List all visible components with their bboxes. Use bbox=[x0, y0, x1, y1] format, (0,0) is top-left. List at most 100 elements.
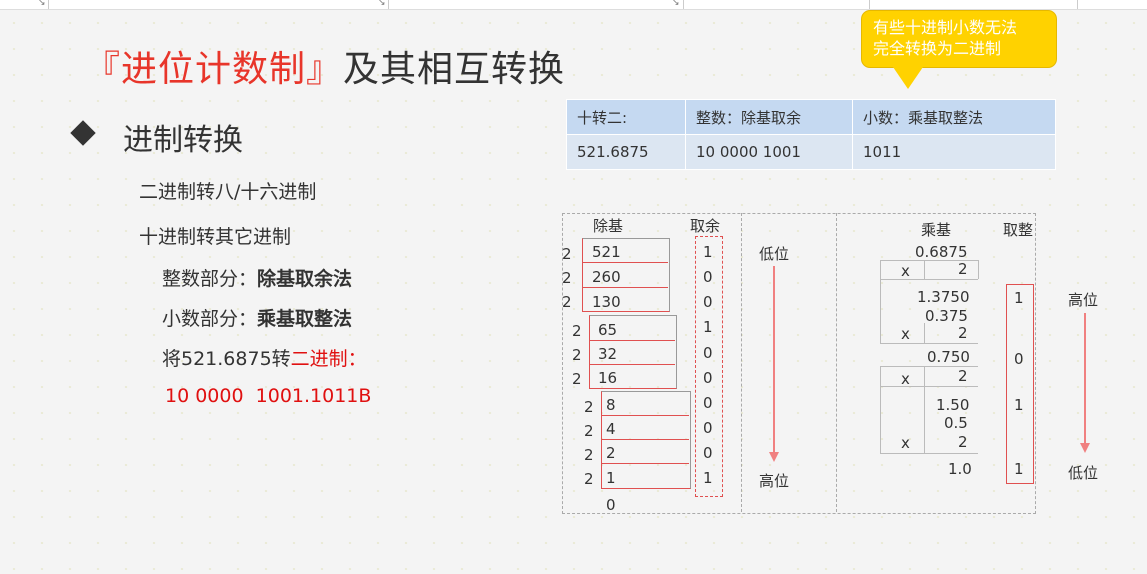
division-quotient: 32 bbox=[598, 345, 618, 363]
mult-line bbox=[924, 323, 925, 343]
callout-tail bbox=[893, 67, 923, 89]
down-arrow-icon bbox=[769, 266, 779, 462]
division-line bbox=[589, 364, 675, 365]
example-result: 10 0000 1001.1011B bbox=[165, 385, 372, 407]
mult-result: 1.3750 bbox=[917, 288, 970, 306]
division-remainder: 0 bbox=[703, 419, 713, 437]
example-target: 二进制： bbox=[290, 348, 367, 370]
callout-line: 有些十进制小数无法 bbox=[873, 18, 1018, 37]
division-base-header: 除基 bbox=[593, 217, 624, 235]
indent-marker-icon[interactable]: ↘ bbox=[38, 0, 46, 8]
division-remainder-header: 取余 bbox=[690, 217, 721, 235]
division-line bbox=[601, 439, 689, 440]
mult-integer: 1 bbox=[1014, 289, 1024, 307]
division-final-quotient: 0 bbox=[606, 496, 616, 514]
mult-line bbox=[880, 386, 978, 387]
table-cell: 1011 bbox=[852, 134, 1056, 170]
division-base: 2 bbox=[584, 470, 594, 488]
table-header-row: 十转二: 整数：除基取余 小数：乘基取整法 bbox=[566, 99, 1056, 135]
division-quotient: 1 bbox=[606, 469, 616, 487]
division-remainder: 0 bbox=[703, 268, 713, 286]
ruler-segment bbox=[48, 0, 389, 9]
division-quotient: 260 bbox=[592, 268, 621, 286]
frac-part-method: 乘基取整法 bbox=[257, 308, 353, 330]
item-dec-to-other: 十进制转其它进制 bbox=[139, 226, 292, 248]
division-arrow-start-label: 低位 bbox=[759, 245, 790, 263]
division-arrow-end-label: 高位 bbox=[759, 472, 790, 490]
division-base: 2 bbox=[562, 269, 572, 287]
mult-line bbox=[924, 260, 925, 279]
division-remainder: 1 bbox=[703, 318, 713, 336]
indent-marker-icon[interactable]: ↘ bbox=[672, 0, 680, 8]
table-cell: 10 0000 1001 bbox=[685, 134, 853, 170]
mult-arrow-end-label: 低位 bbox=[1068, 464, 1099, 482]
mult-line bbox=[880, 453, 978, 454]
division-line bbox=[601, 415, 689, 416]
division-quotient: 4 bbox=[606, 420, 616, 438]
table-header-cell: 小数：乘基取整法 bbox=[852, 99, 1056, 135]
division-base: 2 bbox=[562, 293, 572, 311]
int-part-label: 整数部分： bbox=[162, 268, 258, 290]
callout-line: 完全转换为二进制 bbox=[873, 39, 1002, 58]
division-quotient: 16 bbox=[598, 369, 618, 387]
mult-result: 1.50 bbox=[936, 396, 970, 414]
mult-integer: 1 bbox=[1014, 396, 1024, 414]
division-base: 2 bbox=[584, 446, 594, 464]
division-line bbox=[589, 340, 675, 341]
indent-marker-icon[interactable]: ↘ bbox=[378, 0, 386, 8]
division-remainder: 0 bbox=[703, 293, 713, 311]
mult-line bbox=[880, 279, 881, 343]
title-highlight: 『进位计数制』 bbox=[84, 49, 344, 90]
ruler-segment bbox=[869, 0, 1078, 9]
mult-base-header: 乘基 bbox=[921, 221, 952, 239]
mult-integer: 1 bbox=[1014, 460, 1024, 478]
mult-base: 2 bbox=[958, 324, 968, 342]
mult-result: 1.0 bbox=[948, 460, 972, 478]
mult-start-value: 0.6875 bbox=[915, 243, 968, 261]
down-arrow-icon bbox=[1080, 313, 1090, 453]
title-rest: 及其相互转换 bbox=[343, 49, 566, 90]
mult-line bbox=[924, 386, 925, 453]
table-header-cell: 十转二: bbox=[566, 99, 686, 135]
mult-line bbox=[978, 260, 979, 279]
ruler-segment bbox=[388, 0, 684, 9]
example-prefix: 将521.6875转 bbox=[162, 348, 291, 370]
mult-fraction: 0.375 bbox=[925, 307, 968, 325]
table-cell: 521.6875 bbox=[566, 134, 686, 170]
mult-line bbox=[880, 386, 881, 453]
table-header-cell: 整数：除基取余 bbox=[685, 99, 853, 135]
mult-arrow-start-label: 高位 bbox=[1068, 291, 1099, 309]
division-line bbox=[601, 463, 689, 464]
callout-note: 有些十进制小数无法 完全转换为二进制 bbox=[861, 10, 1057, 68]
mult-base: 2 bbox=[958, 367, 968, 385]
mult-integer: 0 bbox=[1014, 350, 1024, 368]
item-frac-part: 小数部分：乘基取整法 bbox=[162, 304, 352, 331]
ruler-segment bbox=[683, 0, 870, 9]
division-quotient: 521 bbox=[592, 243, 621, 261]
division-remainder: 1 bbox=[703, 469, 713, 487]
mult-times: x bbox=[901, 262, 910, 280]
division-quotient: 2 bbox=[606, 444, 616, 462]
division-base: 2 bbox=[572, 370, 582, 388]
section-heading: 进制转换 bbox=[123, 123, 243, 158]
mult-line bbox=[924, 366, 925, 386]
frac-part-label: 小数部分： bbox=[162, 308, 258, 330]
division-remainder: 0 bbox=[703, 369, 713, 387]
division-quotient: 8 bbox=[606, 396, 616, 414]
mult-line bbox=[880, 366, 881, 386]
division-remainder: 0 bbox=[703, 444, 713, 462]
division-base: 2 bbox=[572, 346, 582, 364]
ruler-bar: ↘ ↘ ↘ bbox=[0, 0, 1147, 10]
mult-times: x bbox=[901, 325, 910, 343]
conversion-table: 十转二: 整数：除基取余 小数：乘基取整法 521.6875 10 0000 1… bbox=[566, 99, 1056, 170]
int-part-method: 除基取余法 bbox=[257, 268, 353, 290]
division-remainder: 0 bbox=[703, 344, 713, 362]
integer-column-box bbox=[1006, 284, 1034, 484]
division-line bbox=[582, 287, 668, 288]
item-example: 将521.6875转二进制： bbox=[162, 344, 367, 371]
mult-fraction: 0.5 bbox=[944, 414, 968, 432]
mult-base: 2 bbox=[958, 260, 968, 278]
diagram-divider bbox=[836, 213, 837, 512]
item-bin-to-oct-hex: 二进制转八/十六进制 bbox=[139, 181, 317, 203]
division-base: 2 bbox=[584, 422, 594, 440]
